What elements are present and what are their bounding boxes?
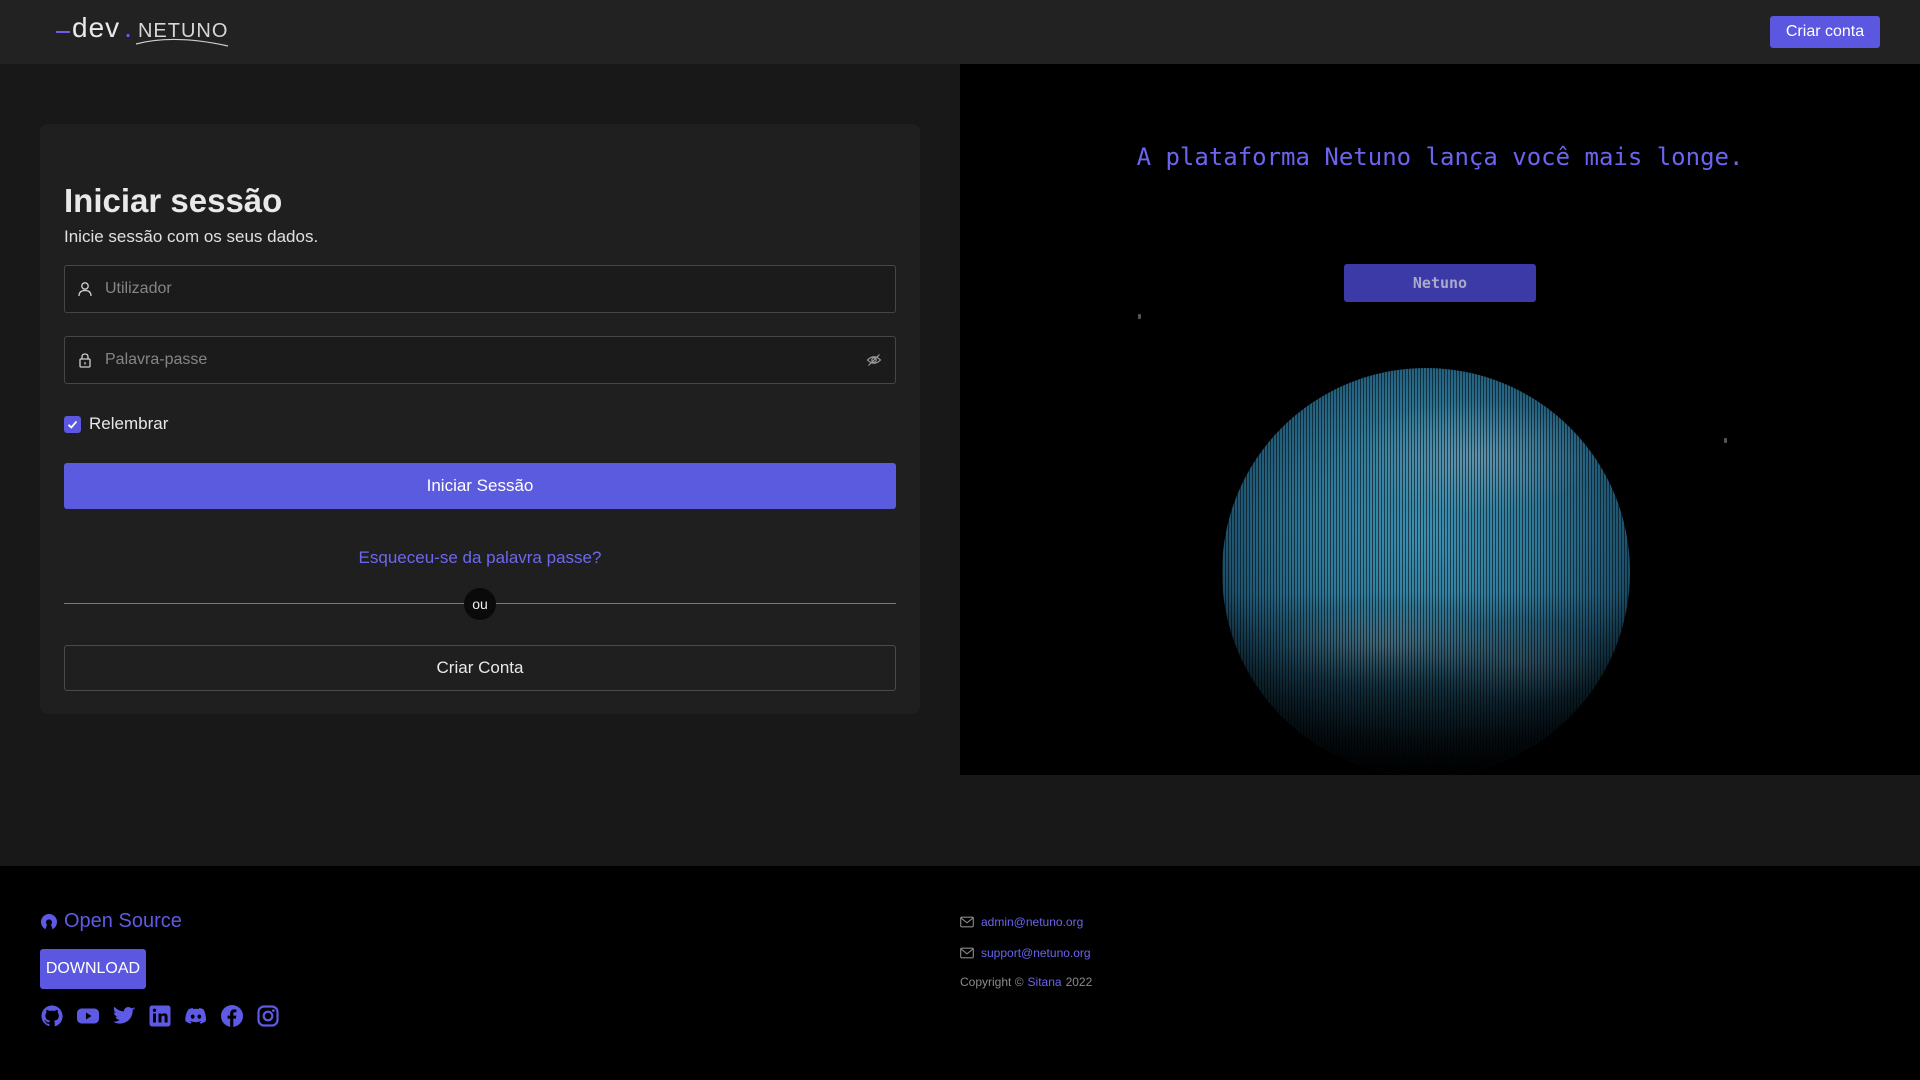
username-input[interactable] <box>105 266 895 312</box>
star <box>1138 314 1141 319</box>
mail-icon <box>960 916 974 928</box>
login-card: Iniciar sessão Inicie sessão com os seus… <box>40 124 920 714</box>
password-input[interactable] <box>105 337 863 383</box>
open-source-heading: Open Source <box>40 910 182 933</box>
facebook-icon[interactable] <box>220 1004 244 1028</box>
hero-badge: Netuno <box>1344 264 1536 302</box>
password-field[interactable] <box>64 336 896 384</box>
twitter-icon[interactable] <box>112 1004 136 1028</box>
contact-info: admin@netuno.org support@netuno.org Copy… <box>960 906 1092 996</box>
copyright-year: 2022 <box>1065 975 1093 989</box>
social-links <box>40 1004 280 1028</box>
copyright-prefix: Copyright © <box>960 975 1024 989</box>
lock-icon <box>75 350 95 370</box>
admin-email-link[interactable]: admin@netuno.org <box>981 915 1083 929</box>
sitana-link[interactable]: Sitana <box>1028 975 1062 989</box>
logo[interactable]: dev . NETUNO <box>56 12 229 52</box>
discord-icon[interactable] <box>184 1004 208 1028</box>
logo-prefix: dev <box>72 12 121 43</box>
youtube-icon[interactable] <box>76 1004 100 1028</box>
sign-in-button[interactable]: Iniciar Sessão <box>64 463 896 509</box>
create-account-card-button[interactable]: Criar Conta <box>64 645 896 691</box>
eye-hidden-icon[interactable] <box>863 349 885 371</box>
check-icon <box>67 420 78 429</box>
open-source-label: Open Source <box>64 910 182 932</box>
remember-label: Relembrar <box>89 414 169 433</box>
username-field[interactable] <box>64 265 896 313</box>
login-subtitle: Inicie sessão com os seus dados. <box>64 227 319 246</box>
linkedin-icon[interactable] <box>148 1004 172 1028</box>
logo-name: NETUNO <box>135 20 229 47</box>
login-title: Iniciar sessão <box>64 182 283 219</box>
hero-panel: A plataforma Netuno lança você mais long… <box>960 64 1920 775</box>
remember-checkbox[interactable] <box>64 415 81 433</box>
remember-toggle[interactable]: Relembrar <box>64 414 168 434</box>
star <box>1724 438 1727 443</box>
mail-icon <box>960 947 974 959</box>
instagram-icon[interactable] <box>256 1004 280 1028</box>
hero-tagline: A plataforma Netuno lança você mais long… <box>1136 143 1744 171</box>
create-account-button[interactable]: Criar conta <box>1770 16 1880 48</box>
logo-dot: . <box>124 12 132 43</box>
copyright: Copyright © Sitana 2022 <box>960 968 1092 996</box>
logo-underscore <box>56 31 70 33</box>
top-bar: dev . NETUNO Criar conta <box>0 0 1920 64</box>
planet-shadow <box>1222 368 1630 775</box>
download-button[interactable]: DOWNLOAD <box>40 949 146 989</box>
footer: Open Source DOWNLOAD admin@netuno.org su… <box>0 866 1920 1080</box>
user-icon <box>75 279 95 299</box>
github-icon[interactable] <box>40 1004 64 1028</box>
divider-label: ou <box>464 588 496 620</box>
open-source-icon <box>40 913 58 931</box>
forgot-password-link[interactable]: Esqueceu-se da palavra passe? <box>64 548 896 568</box>
support-email-link[interactable]: support@netuno.org <box>981 946 1091 960</box>
contact-row: support@netuno.org <box>960 937 1092 968</box>
contact-row: admin@netuno.org <box>960 906 1092 937</box>
logo-swoosh-icon <box>135 38 229 47</box>
